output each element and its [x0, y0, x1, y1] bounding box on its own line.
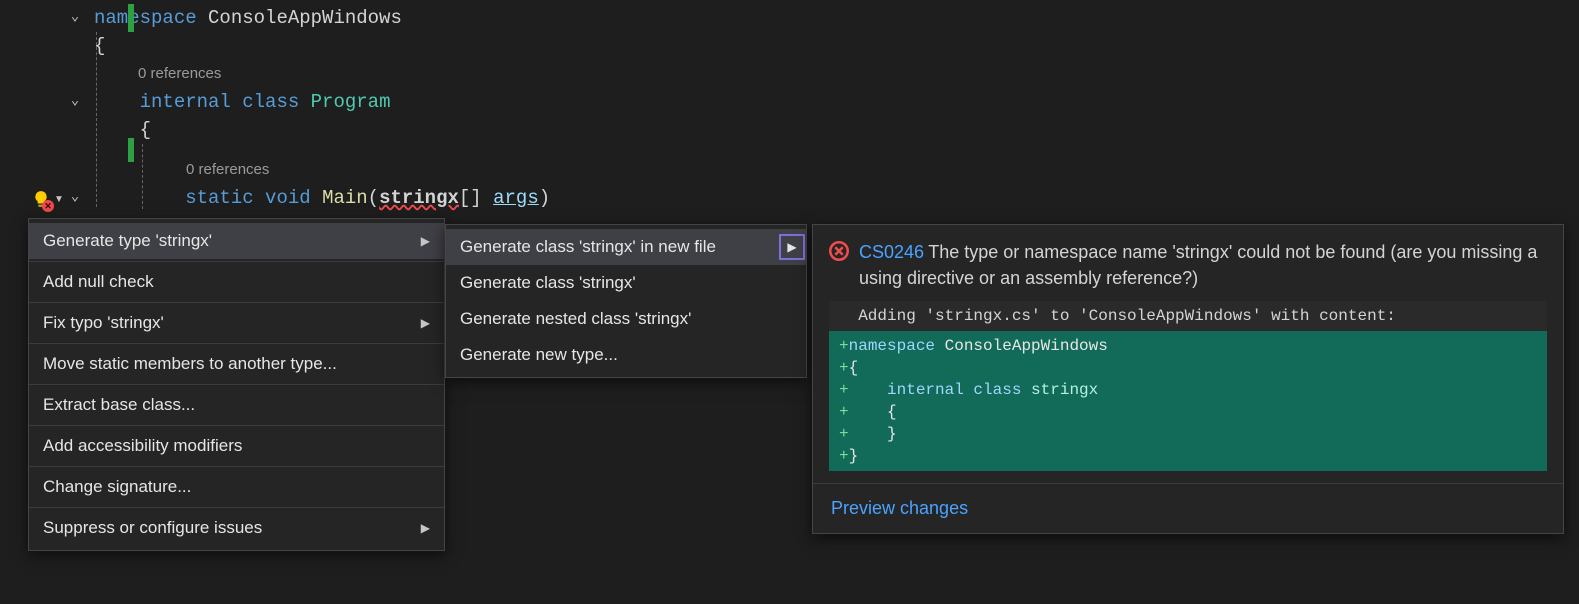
paren-open: ( [368, 184, 379, 212]
diff-line: +namespace ConsoleAppWindows [829, 335, 1547, 357]
menu-separator [29, 425, 444, 426]
menu-item-label: Generate nested class 'stringx' [460, 309, 691, 329]
namespace-name: ConsoleAppWindows [208, 4, 402, 32]
quick-actions-menu[interactable]: Generate type 'stringx' ▶ Add null check… [28, 218, 445, 551]
menu-item-add-accessibility[interactable]: Add accessibility modifiers [29, 428, 444, 464]
fix-preview-panel: CS0246 The type or namespace name 'strin… [812, 224, 1564, 534]
submenu-arrow-icon: ▶ [421, 521, 430, 535]
keyword-void: void [265, 184, 311, 212]
menu-separator [29, 261, 444, 262]
submenu-item-generate-nested-class[interactable]: Generate nested class 'stringx' [446, 301, 806, 337]
error-message: The type or namespace name 'stringx' cou… [859, 242, 1537, 288]
chevron-down-icon[interactable]: ⌄ [71, 87, 79, 115]
code-line[interactable]: { [0, 32, 1579, 60]
keyword-static: static [185, 184, 253, 212]
preview-changes-link[interactable]: Preview changes [813, 484, 1563, 533]
brace-open: { [140, 116, 151, 144]
diff-line: +{ [829, 357, 1547, 379]
diff-line: + { [829, 401, 1547, 423]
parameter-args: args [493, 184, 539, 212]
codelens[interactable]: 0 references [0, 156, 1579, 184]
quick-actions-button[interactable]: ✕ ▼ [32, 190, 64, 208]
menu-item-label: Suppress or configure issues [43, 518, 262, 538]
diff-line: + } [829, 423, 1547, 445]
diff-preview: Adding 'stringx.cs' to 'ConsoleAppWindow… [829, 301, 1547, 471]
change-marker [128, 4, 134, 32]
menu-item-label: Move static members to another type... [43, 354, 337, 374]
menu-separator [29, 507, 444, 508]
brace-open: { [94, 32, 105, 60]
keyword-internal: internal [140, 88, 231, 116]
generate-type-submenu[interactable]: Generate class 'stringx' in new file Gen… [445, 224, 807, 378]
menu-item-generate-type[interactable]: Generate type 'stringx' ▶ [29, 223, 444, 259]
diff-body: +namespace ConsoleAppWindows +{ + intern… [829, 331, 1547, 471]
menu-item-label: Fix typo 'stringx' [43, 313, 164, 333]
menu-item-label: Add accessibility modifiers [43, 436, 242, 456]
lightbulb-error-icon: ✕ [32, 190, 50, 208]
diff-line: +} [829, 445, 1547, 467]
error-icon [829, 241, 849, 261]
code-editor[interactable]: ⌄ namespace ConsoleAppWindows { 0 refere… [0, 0, 1579, 212]
chevron-down-icon[interactable]: ⌄ [71, 183, 79, 211]
codelens-text[interactable]: 0 references [94, 156, 269, 184]
submenu-arrow-icon: ▶ [421, 316, 430, 330]
menu-separator [29, 343, 444, 344]
keyword-namespace: namespace [94, 4, 197, 32]
submenu-arrow-icon: ▶ [421, 234, 430, 248]
menu-item-label: Change signature... [43, 477, 191, 497]
menu-item-fix-typo[interactable]: Fix typo 'stringx' ▶ [29, 305, 444, 341]
menu-item-label: Generate new type... [460, 345, 618, 365]
error-code: CS0246 [859, 242, 924, 262]
class-name: Program [311, 88, 391, 116]
error-badge-icon: ✕ [42, 200, 54, 212]
menu-item-add-null-check[interactable]: Add null check [29, 264, 444, 300]
menu-item-move-static-members[interactable]: Move static members to another type... [29, 346, 444, 382]
menu-item-suppress-configure[interactable]: Suppress or configure issues ▶ [29, 510, 444, 546]
expand-preview-button[interactable]: ▶ [779, 234, 805, 260]
array-suffix: [] [459, 184, 493, 212]
menu-item-label: Generate class 'stringx' in new file [460, 237, 716, 257]
menu-item-label: Generate type 'stringx' [43, 231, 212, 251]
diff-line: + internal class stringx [829, 379, 1547, 401]
menu-item-label: Generate class 'stringx' [460, 273, 636, 293]
submenu-item-generate-new-type[interactable]: Generate new type... [446, 337, 806, 373]
code-line[interactable]: ⌄ internal class Program [0, 88, 1579, 116]
menu-item-extract-base-class[interactable]: Extract base class... [29, 387, 444, 423]
menu-separator [29, 466, 444, 467]
code-line[interactable]: { [0, 116, 1579, 144]
menu-separator [29, 302, 444, 303]
arrow-right-icon: ▶ [787, 240, 796, 254]
code-line[interactable]: ⌄ static void Main(stringx[] args) [0, 184, 1579, 212]
code-line[interactable] [0, 144, 1579, 156]
menu-item-label: Extract base class... [43, 395, 195, 415]
menu-separator [29, 384, 444, 385]
method-name: Main [322, 184, 368, 212]
menu-item-label: Add null check [43, 272, 154, 292]
keyword-class: class [242, 88, 299, 116]
code-line[interactable]: ⌄ namespace ConsoleAppWindows [0, 4, 1579, 32]
menu-item-change-signature[interactable]: Change signature... [29, 469, 444, 505]
chevron-down-icon: ▼ [54, 194, 64, 205]
codelens[interactable]: 0 references [0, 60, 1579, 88]
preview-header: CS0246 The type or namespace name 'strin… [813, 225, 1563, 301]
codelens-text[interactable]: 0 references [94, 60, 221, 88]
paren-close: ) [539, 184, 550, 212]
chevron-down-icon[interactable]: ⌄ [71, 3, 79, 31]
submenu-item-generate-class-new-file[interactable]: Generate class 'stringx' in new file [446, 229, 806, 265]
submenu-item-generate-class[interactable]: Generate class 'stringx' [446, 265, 806, 301]
diff-header: Adding 'stringx.cs' to 'ConsoleAppWindow… [829, 301, 1547, 331]
error-type[interactable]: stringx [379, 184, 459, 212]
